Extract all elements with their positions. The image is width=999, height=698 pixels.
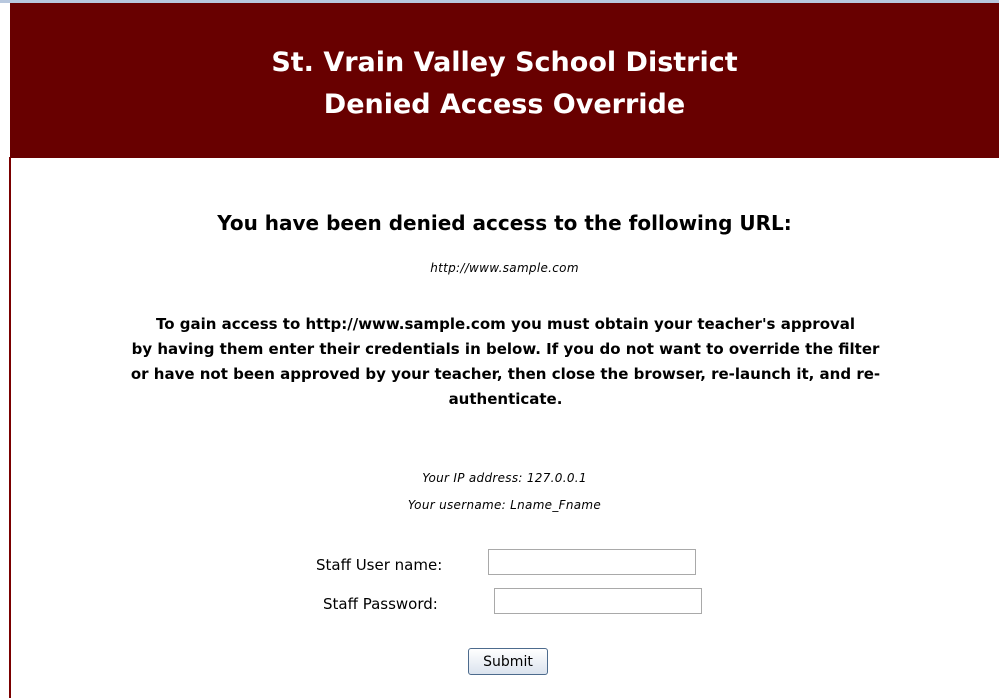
district-title: St. Vrain Valley School District — [271, 47, 738, 78]
staff-username-row: Staff User name: — [0, 549, 999, 579]
username-info: Your username: Lname_Fname — [407, 498, 602, 512]
staff-password-label: Staff Password: — [323, 595, 438, 613]
staff-username-input[interactable] — [488, 549, 696, 575]
instructions-line-2: by having them enter their credentials i… — [131, 340, 880, 358]
denied-heading: You have been denied access to the follo… — [217, 211, 792, 235]
staff-password-input[interactable] — [494, 588, 702, 614]
denied-url: http://www.sample.com — [430, 261, 579, 275]
submit-button[interactable]: Submit — [468, 648, 548, 675]
ip-address-info: Your IP address: 127.0.0.1 — [422, 471, 587, 485]
page-title: Denied Access Override — [323, 89, 686, 120]
instructions-line-1: To gain access to http://www.sample.com … — [155, 315, 856, 333]
staff-username-label: Staff User name: — [316, 556, 443, 574]
override-instructions: To gain access to http://www.sample.com … — [40, 312, 971, 412]
page-header: St. Vrain Valley School District Denied … — [10, 3, 999, 158]
instructions-line-4: authenticate. — [448, 390, 563, 408]
instructions-line-3: or have not been approved by your teache… — [130, 365, 881, 383]
staff-password-row: Staff Password: — [0, 588, 999, 618]
